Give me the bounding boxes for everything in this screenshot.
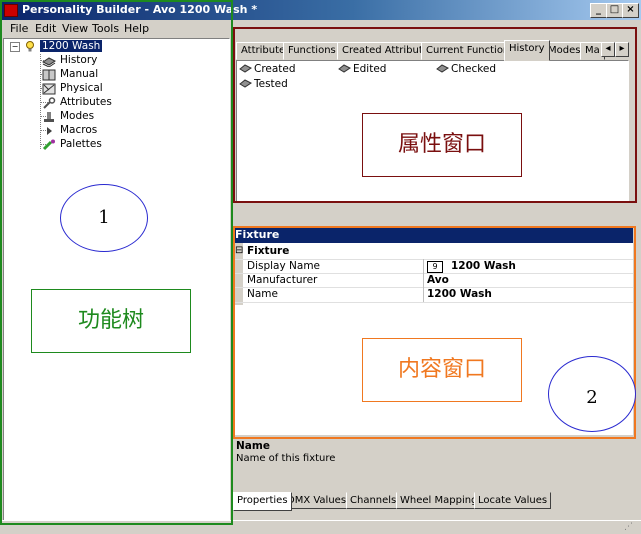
annotation-function-tree-frame [0, 0, 233, 525]
tab-dmx-values[interactable]: DMX Values [283, 492, 351, 509]
annotation-circle-2: 2 [548, 356, 636, 432]
minimize-button[interactable]: _ [590, 3, 607, 18]
maximize-button[interactable]: □ [606, 3, 623, 18]
annotation-circle-1: 1 [60, 184, 148, 252]
description-text: Name of this fixture [236, 453, 336, 464]
annotation-content-window-label: 内容窗口 [362, 338, 522, 402]
resize-grip-icon[interactable]: ⋰ [624, 522, 633, 532]
description-panel: Name Name of this fixture [233, 438, 633, 490]
tab-locate-values[interactable]: Locate Values [474, 492, 552, 509]
annotation-function-tree-label: 功能树 [31, 289, 191, 353]
app-window: Personality Builder - Avo 1200 Wash * _ … [0, 0, 641, 534]
annotation-property-window-label: 属性窗口 [362, 113, 522, 177]
tab-properties[interactable]: Properties [233, 492, 292, 511]
description-title: Name [236, 440, 270, 452]
tab-history[interactable]: History [504, 40, 550, 61]
close-button[interactable]: × [622, 3, 639, 18]
tab-wheel-mapping[interactable]: Wheel Mapping [396, 492, 482, 509]
tab-channels[interactable]: Channels [346, 492, 401, 509]
